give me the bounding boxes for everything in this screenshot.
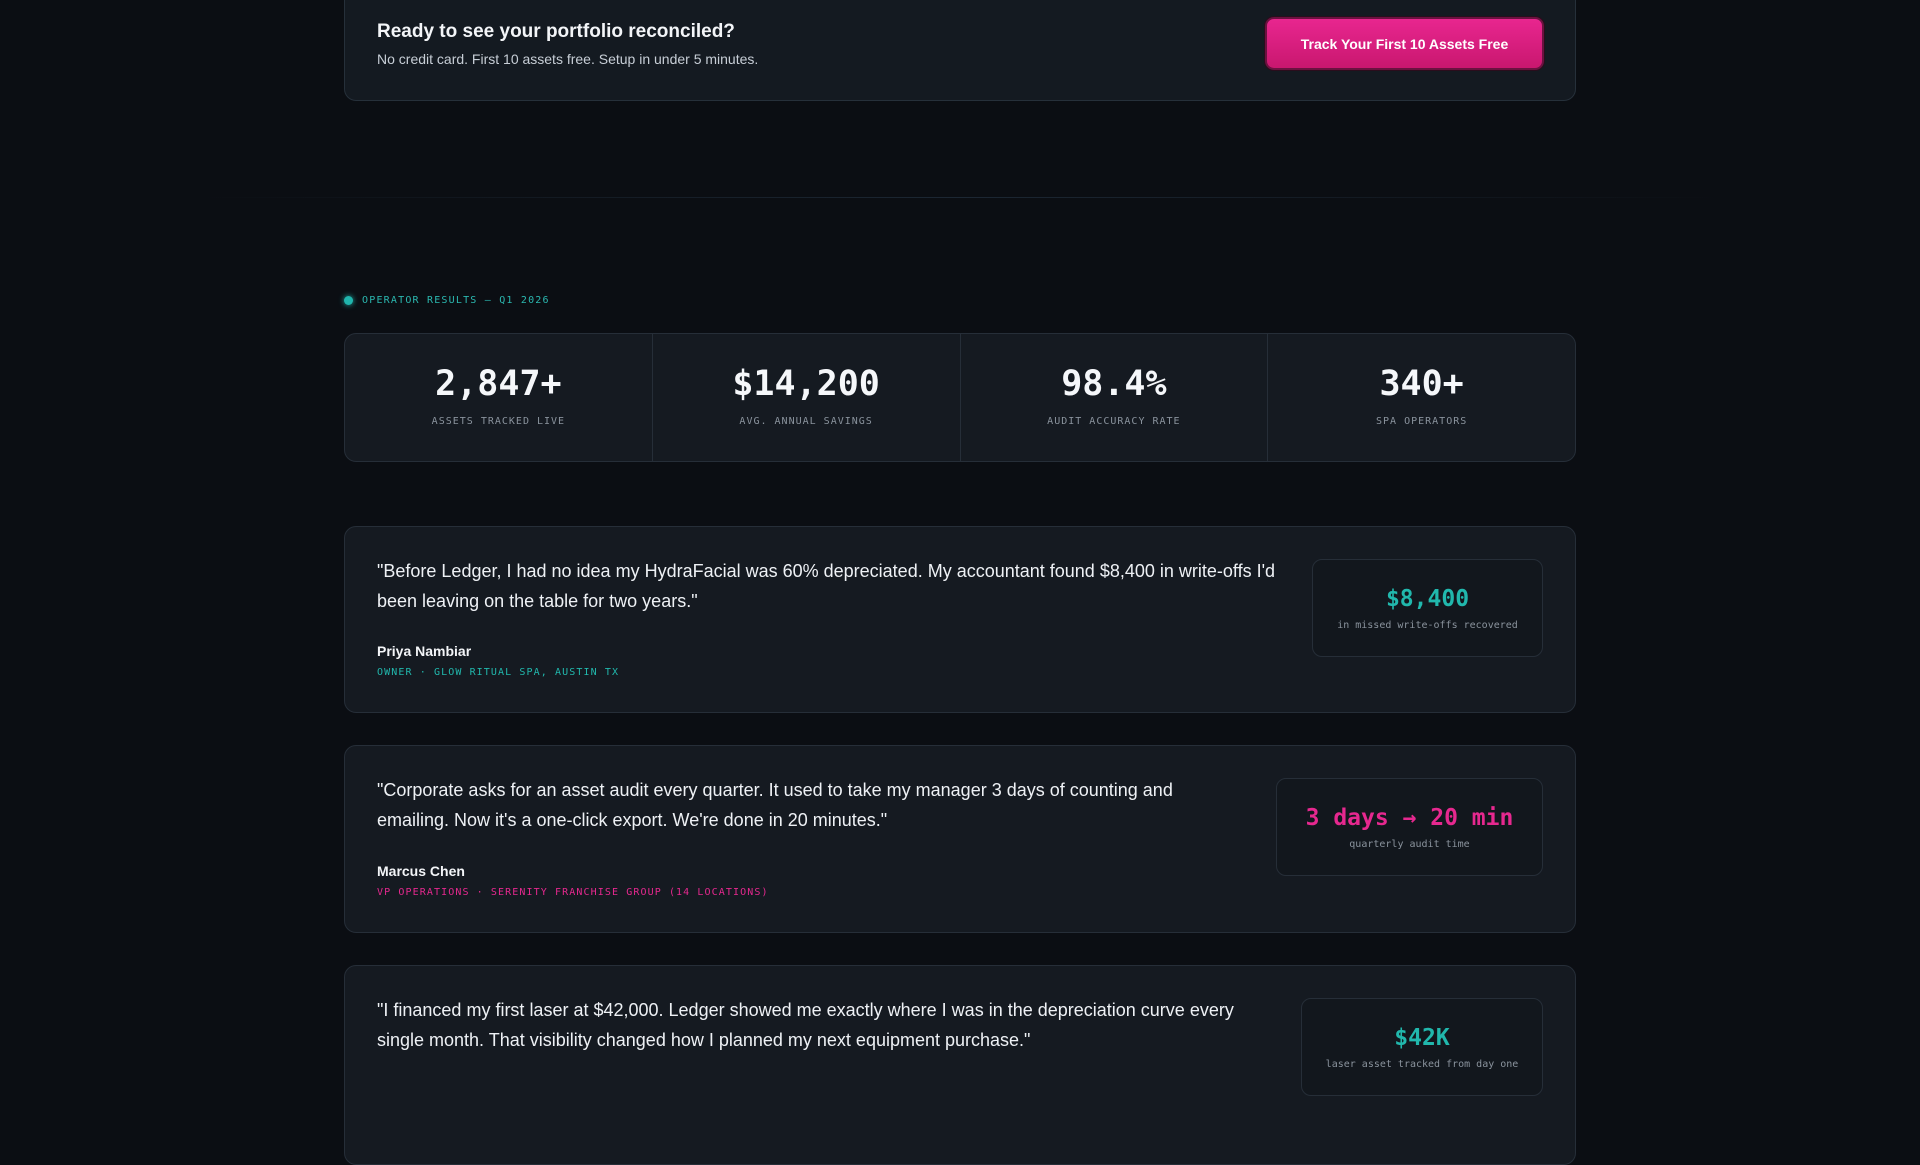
testimonial-quote: "Before Ledger, I had no idea my HydraFa… xyxy=(377,561,1276,611)
testimonial-card: "Before Ledger, I had no idea my HydraFa… xyxy=(344,526,1576,713)
metric-value: $42K xyxy=(1394,1024,1450,1051)
stat-label: ASSETS TRACKED LIVE xyxy=(431,416,566,427)
status-dot-icon xyxy=(344,296,353,305)
testimonial-author: Marcus Chen xyxy=(377,863,465,879)
section-divider xyxy=(200,197,1720,198)
stat-value: $14,200 xyxy=(732,364,880,404)
section-label: OPERATOR RESULTS — Q1 2026 xyxy=(344,295,550,306)
testimonial-card: "Corporate asks for an asset audit every… xyxy=(344,745,1576,933)
stat-value: 340+ xyxy=(1379,364,1464,404)
metric-label: laser asset tracked from day one xyxy=(1325,1058,1519,1070)
testimonial-role: VP OPERATIONS · SERENITY FRANCHISE GROUP… xyxy=(377,887,769,898)
metric-label: quarterly audit time xyxy=(1349,838,1470,850)
section-label-text: OPERATOR RESULTS — Q1 2026 xyxy=(362,295,550,306)
stat-value: 98.4% xyxy=(1061,364,1167,404)
stat-assets-tracked: 2,847+ ASSETS TRACKED LIVE xyxy=(345,334,653,461)
stat-value: 2,847+ xyxy=(435,364,562,404)
cta-subtitle: No credit card. First 10 assets free. Se… xyxy=(377,51,759,67)
testimonial-author: Priya Nambiar xyxy=(377,643,472,659)
cta-card: Ready to see your portfolio reconciled? … xyxy=(344,0,1576,101)
testimonial-metric: $8,400 in missed write-offs recovered xyxy=(1312,559,1543,657)
stat-label: AUDIT ACCURACY RATE xyxy=(1047,416,1181,427)
track-free-assets-button[interactable]: Track Your First 10 Assets Free xyxy=(1265,17,1544,70)
metric-label: in missed write-offs recovered xyxy=(1337,619,1518,631)
stat-label: AVG. ANNUAL SAVINGS xyxy=(739,416,873,427)
metric-value: 3 days → 20 min xyxy=(1305,804,1514,831)
stats-bar: 2,847+ ASSETS TRACKED LIVE $14,200 AVG. … xyxy=(344,333,1576,462)
stat-audit-accuracy: 98.4% AUDIT ACCURACY RATE xyxy=(961,334,1269,461)
testimonial-quote: "I financed my first laser at $42,000. L… xyxy=(377,1000,1234,1050)
testimonial-quote: "Corporate asks for an asset audit every… xyxy=(377,780,1173,830)
cta-title: Ready to see your portfolio reconciled? xyxy=(377,21,735,42)
stat-spa-operators: 340+ SPA OPERATORS xyxy=(1268,334,1575,461)
stat-label: SPA OPERATORS xyxy=(1375,416,1468,427)
testimonial-metric: $42K laser asset tracked from day one xyxy=(1301,998,1543,1096)
testimonial-metric: 3 days → 20 min quarterly audit time xyxy=(1276,778,1543,876)
testimonial-role: OWNER · GLOW RITUAL SPA, AUSTIN TX xyxy=(377,667,620,678)
metric-value: $8,400 xyxy=(1385,585,1470,612)
stat-annual-savings: $14,200 AVG. ANNUAL SAVINGS xyxy=(653,334,961,461)
testimonial-card: "I financed my first laser at $42,000. L… xyxy=(344,965,1576,1165)
